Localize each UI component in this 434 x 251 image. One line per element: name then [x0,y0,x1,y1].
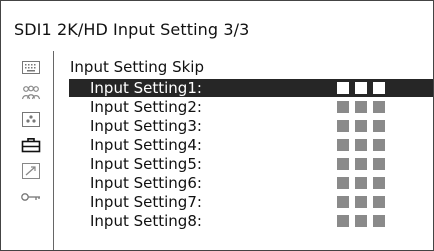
input-setting-8-value [337,215,385,227]
input-setting-4-row[interactable]: Input Setting4: [69,136,433,154]
input-setting-5-label: Input Setting5: [90,155,202,173]
input-setting-5-row[interactable]: Input Setting5: [69,155,433,173]
input-setting-6-label: Input Setting6: [90,174,202,192]
input-setting-4-value [337,139,385,151]
input-setting-7-label: Input Setting7: [90,193,202,211]
menu-heading: Input Setting Skip [70,58,204,76]
input-setting-1-value [337,82,385,94]
input-setting-2-row[interactable]: Input Setting2: [69,98,433,116]
input-setting-6-row[interactable]: Input Setting6: [69,174,433,192]
toolbox-icon[interactable] [20,137,42,153]
input-setting-8-label: Input Setting8: [90,212,202,230]
input-setting-1-label: Input Setting1: [90,79,202,97]
people-icon[interactable] [20,85,42,101]
sidebar [1,51,54,250]
screen-title: SDI1 2K/HD Input Setting 3/3 [14,20,250,39]
key-icon[interactable] [20,189,42,205]
input-setting-7-value [337,196,385,208]
input-setting-5-value [337,158,385,170]
keyboard-icon[interactable] [20,59,42,75]
input-setting-8-row[interactable]: Input Setting8: [69,212,433,230]
input-setting-3-label: Input Setting3: [90,117,202,135]
input-setting-2-value [337,101,385,113]
input-setting-4-label: Input Setting4: [90,136,202,154]
menu-content: Input Setting Skip Input Setting1: Input… [54,51,433,250]
input-setting-2-label: Input Setting2: [90,98,202,116]
input-setting-3-value [337,120,385,132]
menu-screen: SDI1 2K/HD Input Setting 3/3 Input Setti… [0,0,434,251]
input-setting-6-value [337,177,385,189]
input-setting-1-row[interactable]: Input Setting1: [69,79,433,97]
input-setting-7-row[interactable]: Input Setting7: [69,193,433,211]
arrow-up-right-icon[interactable] [20,163,42,179]
dots-icon[interactable] [20,111,42,127]
input-setting-3-row[interactable]: Input Setting3: [69,117,433,135]
